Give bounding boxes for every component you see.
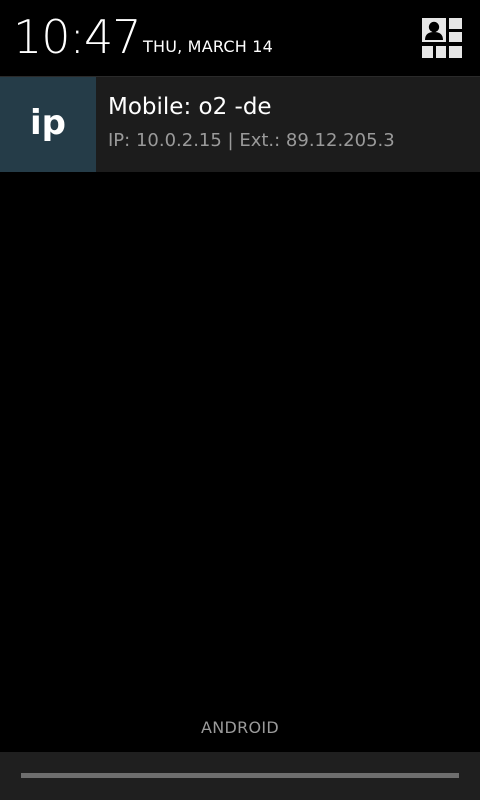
ip-app-icon: ip (0, 77, 96, 172)
notification-text: IP: 10.0.2.15 | Ext.: 89.12.205.3 (108, 130, 395, 151)
clock-time: 10:47 (13, 10, 142, 64)
ip-icon-label: ip (30, 102, 66, 143)
quick-settings-icon (422, 18, 462, 58)
ip-notification[interactable]: ip Mobile: o2 -de IP: 10.0.2.15 | Ext.: … (0, 77, 480, 172)
quick-settings-button[interactable] (416, 12, 468, 64)
notification-shade-header: 10:47 THU, MARCH 14 (0, 0, 480, 77)
shade-drag-handle[interactable] (0, 752, 480, 800)
carrier-label: ANDROID (200, 718, 280, 737)
drag-handle-line (21, 773, 459, 778)
notification-title: Mobile: o2 -de (108, 94, 272, 120)
date-label: THU, MARCH 14 (143, 37, 274, 56)
